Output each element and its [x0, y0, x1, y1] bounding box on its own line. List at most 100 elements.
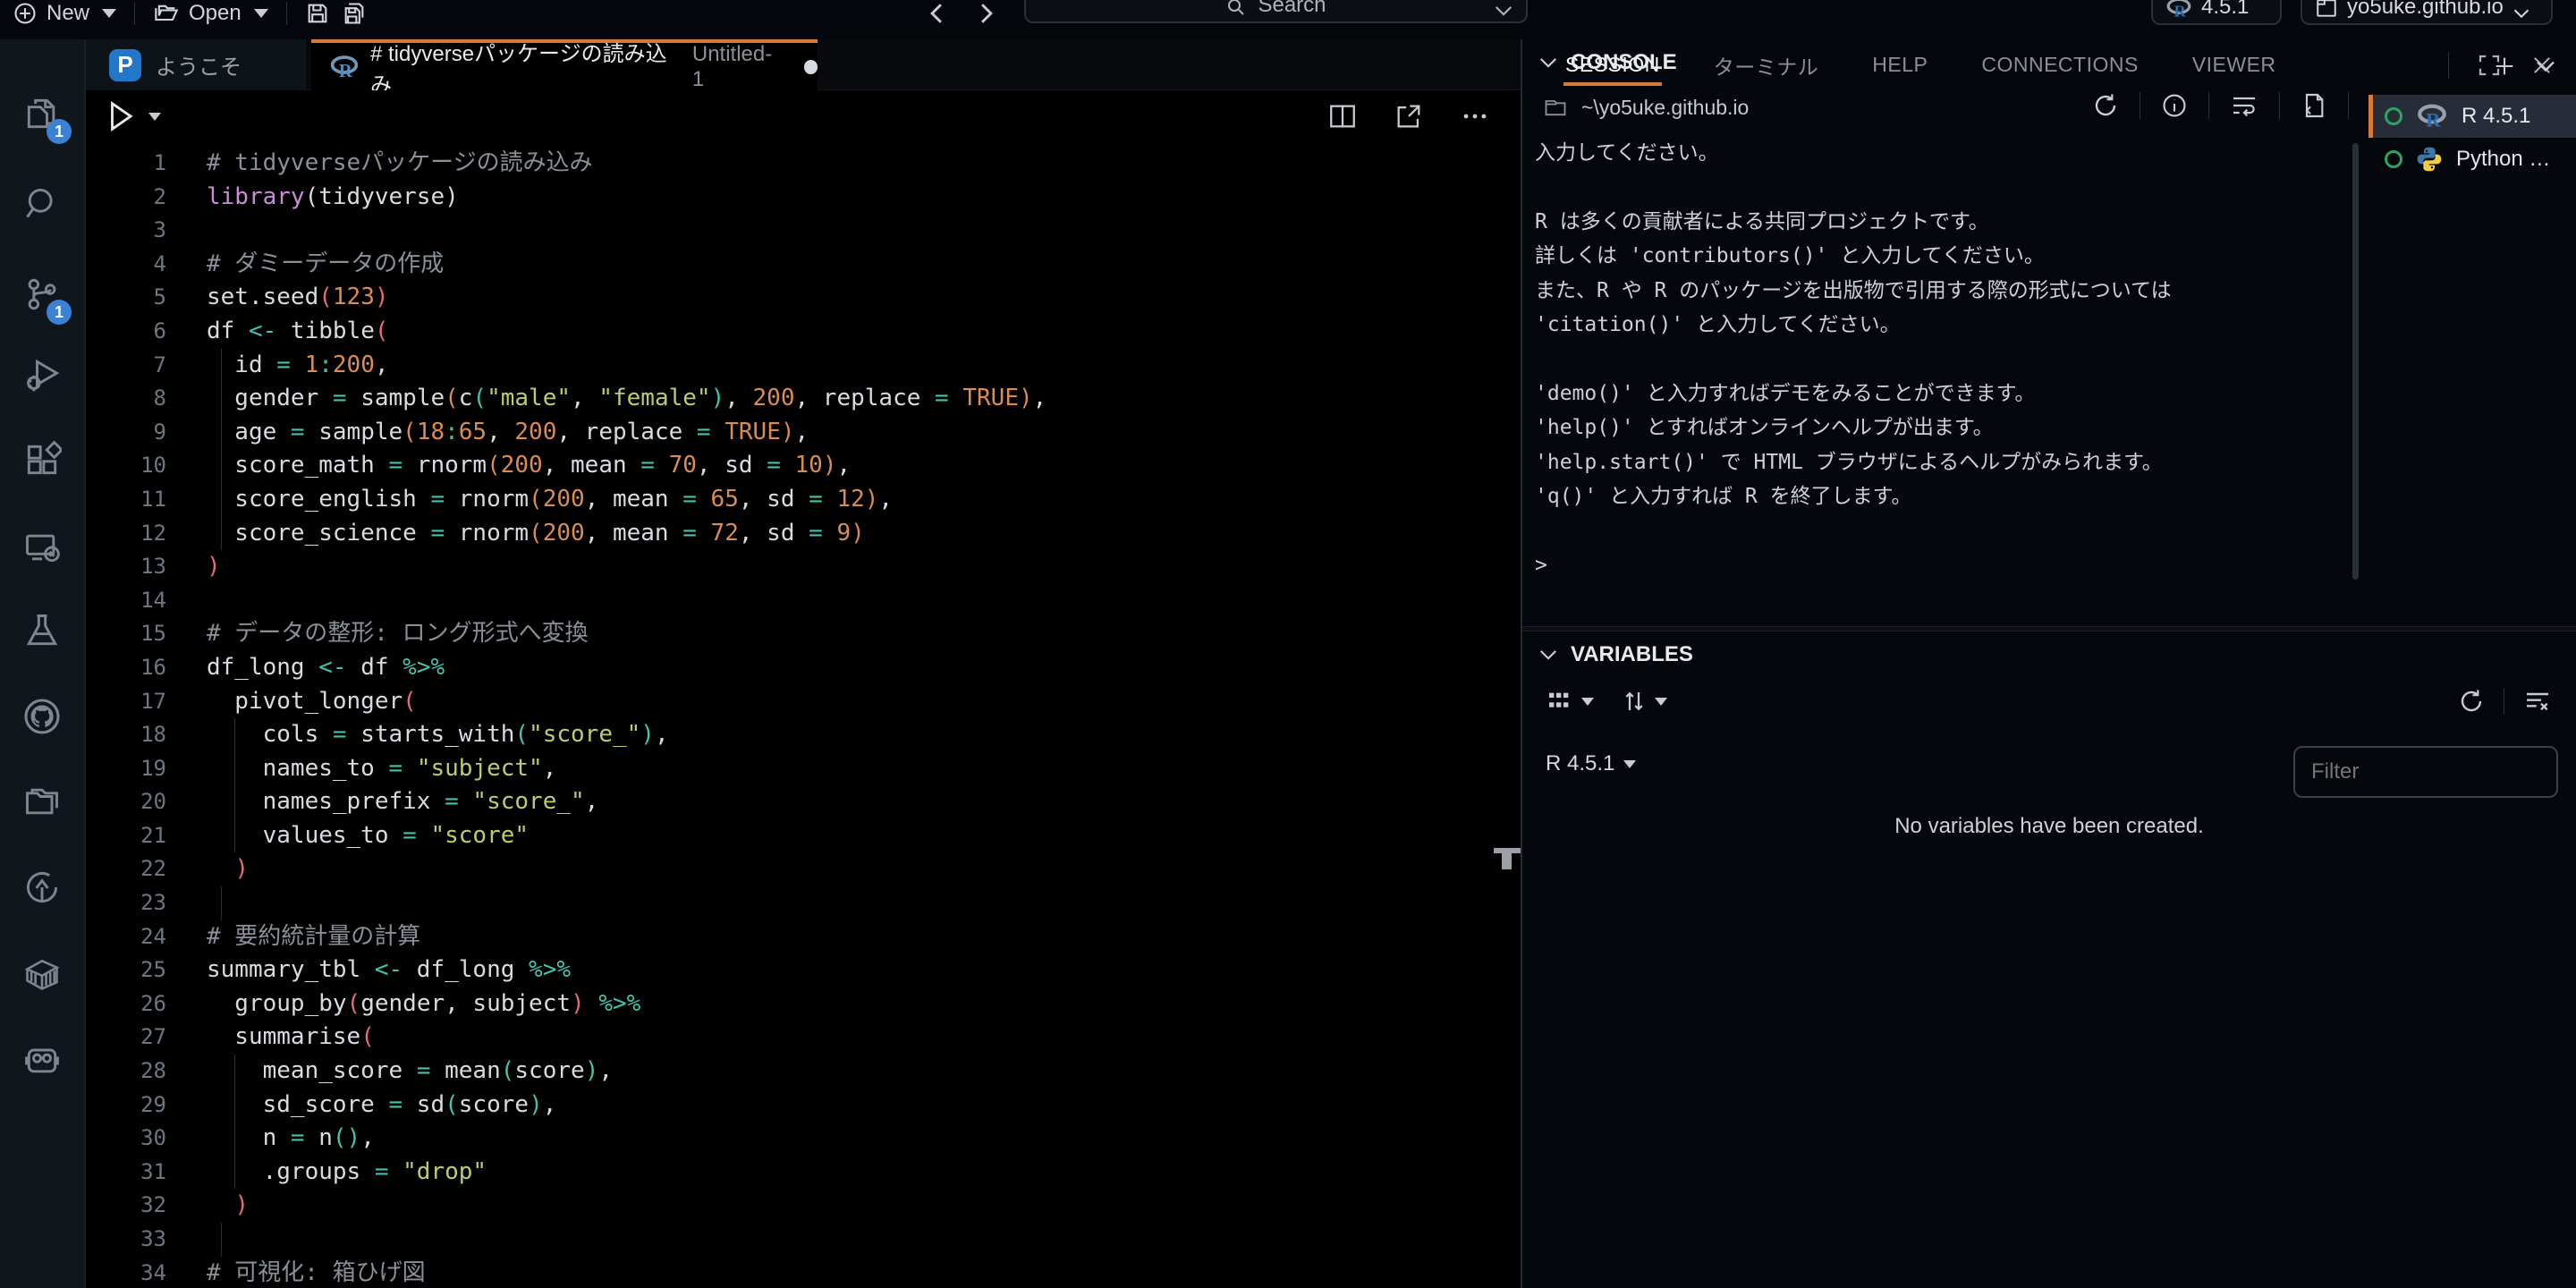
run-file-button[interactable] [106, 99, 161, 133]
code-line[interactable]: 7 id = 1:200, [86, 349, 1521, 383]
code-line[interactable]: 27 summarise( [86, 1021, 1521, 1055]
editor-tab-bar: P ようこそ R # tidyverseパッケージの読み込み Untitled-… [86, 39, 1521, 90]
github-button[interactable] [0, 684, 84, 749]
clear-variables-button[interactable] [2522, 687, 2553, 716]
remote-explorer-button[interactable] [0, 515, 84, 580]
panel-tab-4[interactable]: VIEWER [2190, 42, 2278, 88]
interpreter-selector-button[interactable]: R R 4.5.1 [2151, 0, 2282, 25]
workspace-button[interactable]: yo5uke.github.io [2301, 0, 2553, 25]
run-debug-button[interactable] [0, 343, 84, 407]
sort-button[interactable] [1621, 687, 1667, 716]
code-line[interactable]: 5set.seed(123) [86, 281, 1521, 315]
code-line[interactable]: 32 ) [86, 1189, 1521, 1223]
panel-tab-1[interactable]: ターミナル [1712, 39, 1821, 91]
tab-welcome[interactable]: P ようこそ [86, 39, 306, 90]
run-options-caret[interactable] [148, 113, 161, 121]
code-line[interactable]: 17 pivot_longer( [86, 685, 1521, 719]
testing-button[interactable] [0, 598, 84, 663]
line-number: 13 [86, 550, 166, 584]
code-line[interactable]: 24# 要約統計量の計算 [86, 920, 1521, 954]
extensions-button[interactable] [0, 428, 84, 492]
code-line[interactable]: 13) [86, 550, 1521, 584]
save-all-button[interactable] [341, 1, 368, 26]
more-actions-button[interactable] [1460, 101, 1490, 131]
code-line[interactable]: 30 n = n(), [86, 1122, 1521, 1156]
code-text: # データの整形: ロング形式へ変換 [207, 617, 589, 651]
session-picker-chevron[interactable] [2535, 59, 2556, 73]
code-line[interactable]: 15# データの整形: ロング形式へ変換 [86, 617, 1521, 651]
variables-runtime-selector[interactable]: R 4.5.1 [1546, 751, 1636, 776]
assistant-button[interactable] [0, 1028, 84, 1092]
global-search-box[interactable]: Search [1024, 0, 1528, 23]
code-line[interactable]: 3 [86, 214, 1521, 248]
code-line[interactable]: 12 score_science = rnorm(200, mean = 72,… [86, 517, 1521, 551]
code-editor[interactable]: 1# tidyverseパッケージの読み込み2library(tidyverse… [86, 147, 1521, 1288]
chevron-down-icon [2512, 7, 2530, 20]
console-scrollbar[interactable] [2352, 143, 2359, 580]
code-line[interactable]: 31 .groups = "drop" [86, 1156, 1521, 1190]
new-file-button[interactable]: New [13, 1, 116, 26]
code-line[interactable]: 19 names_to = "subject", [86, 752, 1521, 786]
code-line[interactable]: 14 [86, 584, 1521, 618]
search-button[interactable] [0, 172, 84, 236]
variables-toolbar-right [2457, 687, 2553, 716]
refresh-variables-button[interactable] [2457, 687, 2486, 716]
code-line[interactable]: 20 names_prefix = "score_", [86, 785, 1521, 819]
code-line[interactable]: 25summary_tbl <- df_long %>% [86, 953, 1521, 987]
panel-tab-3[interactable]: CONNECTIONS [1979, 42, 2140, 88]
code-line[interactable]: 18 cols = starts_with("score_"), [86, 718, 1521, 752]
session-info-button[interactable] [2160, 91, 2189, 120]
code-line[interactable]: 1# tidyverseパッケージの読み込み [86, 147, 1521, 181]
editor-group: P ようこそ R # tidyverseパッケージの読み込み Untitled-… [86, 39, 1521, 1288]
restart-session-button[interactable] [2091, 91, 2120, 120]
split-editor-button[interactable] [1327, 101, 1358, 131]
code-line[interactable]: 10 score_math = rnorm(200, mean = 70, sd… [86, 449, 1521, 483]
code-line[interactable]: 4# ダミーデータの作成 [86, 248, 1521, 282]
code-text: pivot_longer( [207, 685, 417, 719]
code-text: id = 1:200, [207, 349, 389, 383]
code-line[interactable]: 21 values_to = "score" [86, 819, 1521, 853]
open-in-window-button[interactable] [1394, 101, 1424, 131]
code-line[interactable]: 9 age = sample(18:65, 200, replace = TRU… [86, 416, 1521, 450]
source-control-button[interactable]: 1 [0, 262, 84, 326]
new-session-button[interactable] [2492, 54, 2517, 79]
console-section-header[interactable]: CONSOLE [1538, 50, 1677, 75]
code-line[interactable]: 33 [86, 1223, 1521, 1257]
code-line[interactable]: 23 [86, 886, 1521, 920]
export-console-button[interactable] [2300, 91, 2328, 120]
code-line[interactable]: 34# 可視化: 箱ひげ図 [86, 1257, 1521, 1288]
variables-filter-input[interactable] [2293, 746, 2558, 798]
code-line[interactable]: 8 gender = sample(c("male", "female"), 2… [86, 382, 1521, 416]
containers-button[interactable] [0, 942, 84, 1006]
panel-separator[interactable] [1522, 626, 2576, 631]
open-file-button[interactable]: Open [153, 1, 268, 26]
forward-button[interactable] [977, 2, 996, 25]
code-line[interactable]: 29 sd_score = sd(score), [86, 1089, 1521, 1123]
code-text: ) [207, 1189, 249, 1223]
code-line[interactable]: 6df <- tibble( [86, 315, 1521, 349]
session-item-r[interactable]: R R 4.5.1 [2368, 95, 2576, 138]
code-line[interactable]: 26 group_by(gender, subject) %>% [86, 987, 1521, 1021]
code-line[interactable]: 11 score_english = rnorm(200, mean = 65,… [86, 483, 1521, 517]
session-item-python[interactable]: Python … [2368, 138, 2576, 181]
unsaved-indicator-dot[interactable] [804, 60, 818, 74]
console-output-line [1535, 513, 2340, 547]
word-wrap-button[interactable] [2229, 91, 2259, 120]
group-by-button[interactable] [1546, 687, 1594, 716]
console-output[interactable]: 入力してください。R は多くの貢献者による共同プロジェクトです。詳しくは 'co… [1535, 136, 2340, 628]
code-line[interactable]: 28 mean_score = mean(score), [86, 1055, 1521, 1089]
panel-tab-2[interactable]: HELP [1870, 42, 1929, 88]
variables-section-header[interactable]: VARIABLES [1538, 642, 1693, 667]
editor-toolbar [86, 90, 1521, 144]
working-directory[interactable]: ~\yo5uke.github.io [1542, 95, 1749, 120]
indent-guide [221, 886, 222, 920]
workspaces-button[interactable] [0, 769, 84, 834]
explorer-button[interactable]: 1 [0, 81, 84, 146]
code-line[interactable]: 22 ) [86, 852, 1521, 886]
publish-button[interactable] [0, 855, 84, 919]
code-line[interactable]: 16df_long <- df %>% [86, 651, 1521, 685]
tab-untitled-file[interactable]: R # tidyverseパッケージの読み込み Untitled-1 [311, 39, 818, 90]
back-button[interactable] [927, 2, 946, 25]
code-line[interactable]: 2library(tidyverse) [86, 181, 1521, 215]
save-button[interactable] [305, 1, 330, 26]
